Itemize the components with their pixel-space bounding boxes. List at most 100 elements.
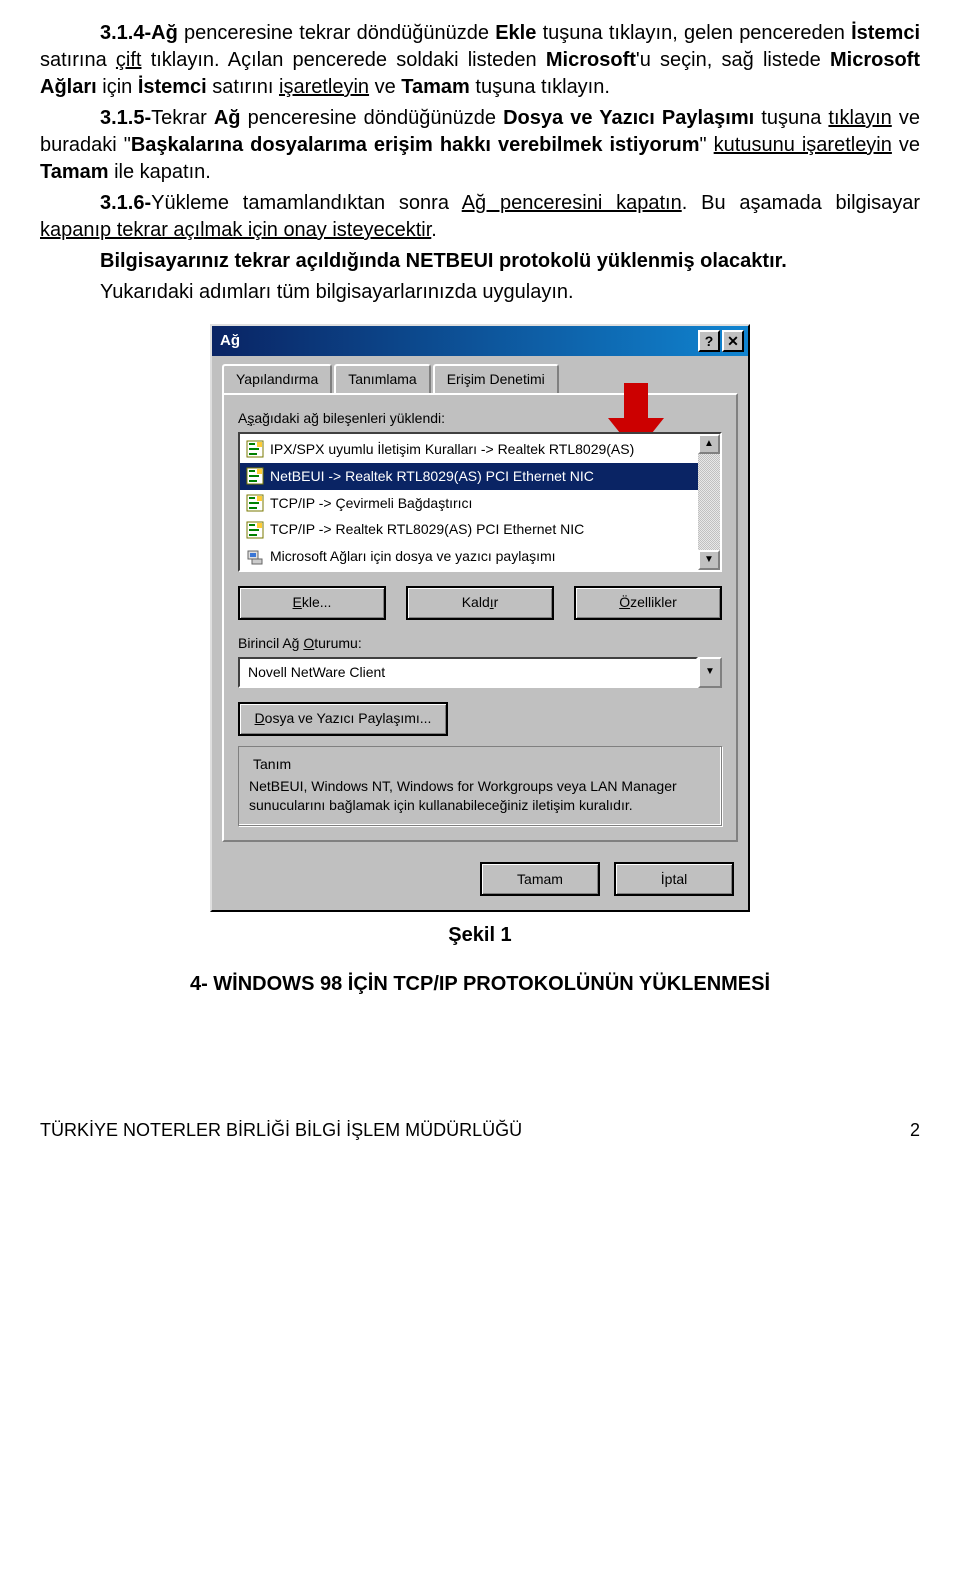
list-item[interactable]: IPX/SPX uyumlu İletişim Kuralları -> Rea…: [240, 436, 720, 463]
text: tuşuna tıklayın, gelen pencereden: [536, 22, 851, 44]
tab-configuration[interactable]: Yapılandırma: [222, 364, 332, 393]
section-heading: 4- WİNDOWS 98 İÇİN TCP/IP PROTOKOLÜNÜN Y…: [40, 971, 920, 998]
text: ile kapatın.: [109, 161, 211, 183]
text: satırını: [207, 76, 279, 98]
tab-panel-configuration: Aşağıdaki ağ bileşenleri yüklendi: IPX/S…: [222, 393, 738, 842]
text: turumu:: [314, 635, 361, 651]
titlebar[interactable]: Ağ ? ✕: [212, 326, 748, 356]
text: İstemci: [138, 76, 207, 98]
tab-strip: Yapılandırma Tanımlama Erişim Denetimi: [212, 356, 748, 393]
paragraph-314: 3.1.4-Ağ penceresine tekrar döndüğünüzde…: [40, 20, 920, 101]
text: ağıdaki ağ bileşenleri yüklendi:: [254, 410, 445, 426]
step-number: 3.1.4-: [100, 22, 151, 44]
text: Tamam: [401, 76, 470, 98]
close-icon: ✕: [727, 332, 739, 351]
text: Kald: [462, 593, 490, 612]
text: kapanıp tekrar açılmak için onay isteyec…: [40, 219, 431, 241]
help-icon: ?: [705, 332, 714, 351]
list-item-label: TCP/IP -> Realtek RTL8029(AS) PCI Ethern…: [270, 520, 584, 539]
tab-access-control[interactable]: Erişim Denetimi: [433, 364, 559, 393]
list-item[interactable]: TCP/IP -> Realtek RTL8029(AS) PCI Ethern…: [240, 516, 720, 543]
document-body: 3.1.4-Ağ penceresine tekrar döndüğünüzde…: [40, 20, 920, 306]
text: A: [238, 410, 247, 426]
primary-logon-combobox[interactable]: Novell NetWare Client ▼: [238, 657, 722, 688]
text: .: [431, 219, 437, 241]
chevron-down-icon: ▼: [704, 553, 714, 567]
list-item[interactable]: TCP/IP -> Çevirmeli Bağdaştırıcı: [240, 490, 720, 517]
service-icon: [246, 548, 264, 566]
protocol-icon: [246, 521, 264, 539]
text: Tekrar: [151, 107, 214, 129]
text: Microsoft: [546, 49, 636, 71]
list-item-label: IPX/SPX uyumlu İletişim Kuralları -> Rea…: [270, 440, 634, 459]
figure-caption: Şekil 1: [40, 922, 920, 949]
paragraph-316: 3.1.6-Yükleme tamamlandıktan sonra Ağ pe…: [40, 190, 920, 244]
paragraph-315: 3.1.5-Tekrar Ağ penceresine döndüğünüzde…: [40, 105, 920, 186]
combobox-dropdown-button[interactable]: ▼: [698, 657, 722, 688]
text: r: [494, 593, 499, 612]
text: Ağ: [151, 22, 178, 44]
components-listbox[interactable]: IPX/SPX uyumlu İletişim Kuralları -> Rea…: [238, 432, 722, 572]
scroll-up-button[interactable]: ▲: [698, 434, 720, 454]
footer-page-number: 2: [910, 1118, 920, 1142]
text: tıklayın: [828, 107, 891, 129]
text: tıklayın. Açılan pencerede soldaki liste…: [141, 49, 545, 71]
list-item-label: NetBEUI -> Realtek RTL8029(AS) PCI Ether…: [270, 467, 594, 486]
close-button[interactable]: ✕: [722, 330, 744, 352]
protocol-icon: [246, 494, 264, 512]
text: Başkalarına dosyalarıma erişim hakkı ver…: [131, 134, 700, 156]
file-print-sharing-button[interactable]: Dosya ve Yazıcı Paylaşımı...: [238, 702, 448, 736]
primary-logon-label: Birincil Ağ Oturumu:: [238, 634, 722, 653]
fieldset-legend: Tanım: [249, 755, 295, 774]
scrollbar[interactable]: ▲ ▼: [698, 434, 720, 570]
paragraph-318: Yukarıdaki adımları tüm bilgisayarlarını…: [40, 279, 920, 306]
text: Tamam: [40, 161, 109, 183]
help-button[interactable]: ?: [698, 330, 720, 352]
text: ve: [369, 76, 401, 98]
description-fieldset: Tanım NetBEUI, Windows NT, Windows for W…: [238, 746, 722, 827]
step-number: 3.1.6-: [100, 192, 151, 214]
text: için: [97, 76, 138, 98]
list-item[interactable]: Microsoft Ağları için dosya ve yazıcı pa…: [240, 543, 720, 570]
paragraph-317: Bilgisayarınız tekrar açıldığında NETBEU…: [40, 248, 920, 275]
text: Dosya ve Yazıcı Paylaşımı: [503, 107, 754, 129]
text: . Bu aşamada bilgisayar: [682, 192, 920, 214]
text: satırına: [40, 49, 116, 71]
text: Ö: [619, 593, 630, 612]
chevron-down-icon: ▼: [705, 665, 715, 679]
text: İstemci: [851, 22, 920, 44]
text: Yükleme tamamlandıktan sonra: [151, 192, 462, 214]
cancel-button[interactable]: İptal: [614, 862, 734, 896]
properties-button[interactable]: Özellikler: [574, 586, 722, 620]
titlebar-buttons: ? ✕: [698, 330, 744, 352]
remove-button[interactable]: Kaldır: [406, 586, 554, 620]
text: kutusunu işaretleyin: [714, 134, 892, 156]
ok-button[interactable]: Tamam: [480, 862, 600, 896]
text: Ağ: [214, 107, 241, 129]
list-item-selected[interactable]: NetBEUI -> Realtek RTL8029(AS) PCI Ether…: [240, 463, 720, 490]
text: penceresine tekrar döndüğünüzde: [178, 22, 495, 44]
text: ": [700, 134, 714, 156]
text: çift: [116, 49, 142, 71]
protocol-icon: [246, 467, 264, 485]
text: tuşuna: [754, 107, 828, 129]
text: Birincil Ağ: [238, 635, 303, 651]
description-text: NetBEUI, Windows NT, Windows for Workgro…: [249, 777, 711, 815]
text: penceresine döndüğünüzde: [241, 107, 504, 129]
page-footer: TÜRKİYE NOTERLER BİRLİĞİ BİLGİ İŞLEM MÜD…: [40, 1118, 920, 1142]
text: Ekle: [495, 22, 536, 44]
text: O: [303, 635, 314, 651]
text: ve: [892, 134, 920, 156]
text: zellikler: [630, 593, 677, 612]
protocol-icon: [246, 440, 264, 458]
window-title: Ağ: [220, 331, 240, 351]
list-item-label: Microsoft Ağları için dosya ve yazıcı pa…: [270, 547, 556, 566]
footer-org: TÜRKİYE NOTERLER BİRLİĞİ BİLGİ İŞLEM MÜD…: [40, 1118, 522, 1142]
tab-identification[interactable]: Tanımlama: [334, 364, 430, 393]
scroll-down-button[interactable]: ▼: [698, 550, 720, 570]
chevron-up-icon: ▲: [704, 437, 714, 451]
add-button[interactable]: Ekle...: [238, 586, 386, 620]
text: E: [293, 593, 302, 612]
text: Bilgisayarınız tekrar açıldığında NETBEU…: [100, 250, 787, 272]
step-number: 3.1.5-: [100, 107, 151, 129]
